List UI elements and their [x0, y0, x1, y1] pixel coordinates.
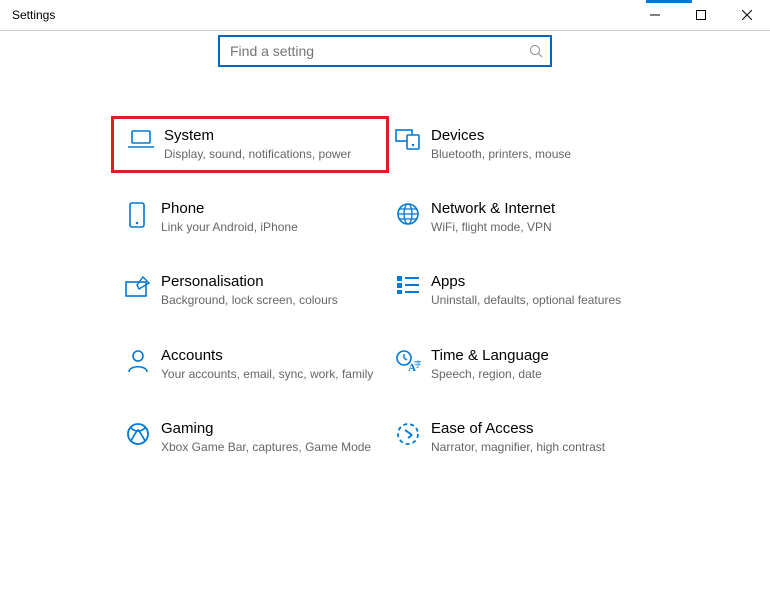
tile-ease-of-access[interactable]: Ease of Access Narrator, magnifier, high…: [385, 420, 655, 455]
tile-desc: Xbox Game Bar, captures, Game Mode: [161, 439, 375, 455]
tile-apps[interactable]: Apps Uninstall, defaults, optional featu…: [385, 273, 655, 308]
tile-network[interactable]: Network & Internet WiFi, flight mode, VP…: [385, 200, 655, 235]
search-box[interactable]: [218, 35, 552, 67]
tile-desc: Your accounts, email, sync, work, family: [161, 366, 375, 382]
search-container: [0, 35, 770, 67]
tile-desc: Bluetooth, printers, mouse: [431, 146, 645, 162]
window-controls: [632, 0, 770, 30]
settings-grid: System Display, sound, notifications, po…: [60, 127, 710, 455]
tile-title: Personalisation: [161, 273, 375, 290]
search-input[interactable]: [220, 43, 522, 59]
search-icon: [522, 44, 550, 58]
globe-icon: [385, 200, 431, 226]
tile-phone[interactable]: Phone Link your Android, iPhone: [115, 200, 385, 235]
paintbrush-icon: [115, 273, 161, 297]
tile-title: Phone: [161, 200, 375, 217]
tile-personalisation[interactable]: Personalisation Background, lock screen,…: [115, 273, 385, 308]
tile-title: Accounts: [161, 347, 375, 364]
window-title: Settings: [0, 8, 55, 22]
tile-title: Network & Internet: [431, 200, 645, 217]
xbox-icon: [115, 420, 161, 446]
tile-title: Time & Language: [431, 347, 645, 364]
tile-desc: Link your Android, iPhone: [161, 219, 375, 235]
tile-system[interactable]: System Display, sound, notifications, po…: [111, 116, 389, 173]
ease-of-access-icon: [385, 420, 431, 446]
tile-desc: WiFi, flight mode, VPN: [431, 219, 645, 235]
person-icon: [115, 347, 161, 373]
tile-gaming[interactable]: Gaming Xbox Game Bar, captures, Game Mod…: [115, 420, 385, 455]
maximize-icon: [696, 10, 706, 20]
tile-title: Ease of Access: [431, 420, 645, 437]
tile-title: Gaming: [161, 420, 375, 437]
tile-time-language[interactable]: A字 Time & Language Speech, region, date: [385, 347, 655, 382]
titlebar: Settings: [0, 0, 770, 31]
tile-devices[interactable]: Devices Bluetooth, printers, mouse: [385, 127, 655, 162]
tile-desc: Display, sound, notifications, power: [164, 146, 372, 162]
maximize-button[interactable]: [678, 0, 724, 30]
devices-icon: [385, 127, 431, 151]
content-area: System Display, sound, notifications, po…: [0, 35, 770, 455]
close-icon: [742, 10, 752, 20]
accent-strip: [646, 0, 692, 3]
tile-title: System: [164, 127, 372, 144]
minimize-icon: [650, 10, 660, 20]
tile-desc: Background, lock screen, colours: [161, 292, 375, 308]
laptop-icon: [118, 127, 164, 151]
svg-text:字: 字: [414, 359, 421, 369]
settings-window: Settings: [0, 0, 770, 609]
tile-title: Devices: [431, 127, 645, 144]
tile-desc: Uninstall, defaults, optional features: [431, 292, 645, 308]
tile-title: Apps: [431, 273, 645, 290]
minimize-button[interactable]: [632, 0, 678, 30]
tile-accounts[interactable]: Accounts Your accounts, email, sync, wor…: [115, 347, 385, 382]
close-button[interactable]: [724, 0, 770, 30]
tile-desc: Narrator, magnifier, high contrast: [431, 439, 645, 455]
time-language-icon: A字: [385, 347, 431, 373]
phone-icon: [115, 200, 161, 228]
apps-list-icon: [385, 273, 431, 295]
tile-desc: Speech, region, date: [431, 366, 645, 382]
